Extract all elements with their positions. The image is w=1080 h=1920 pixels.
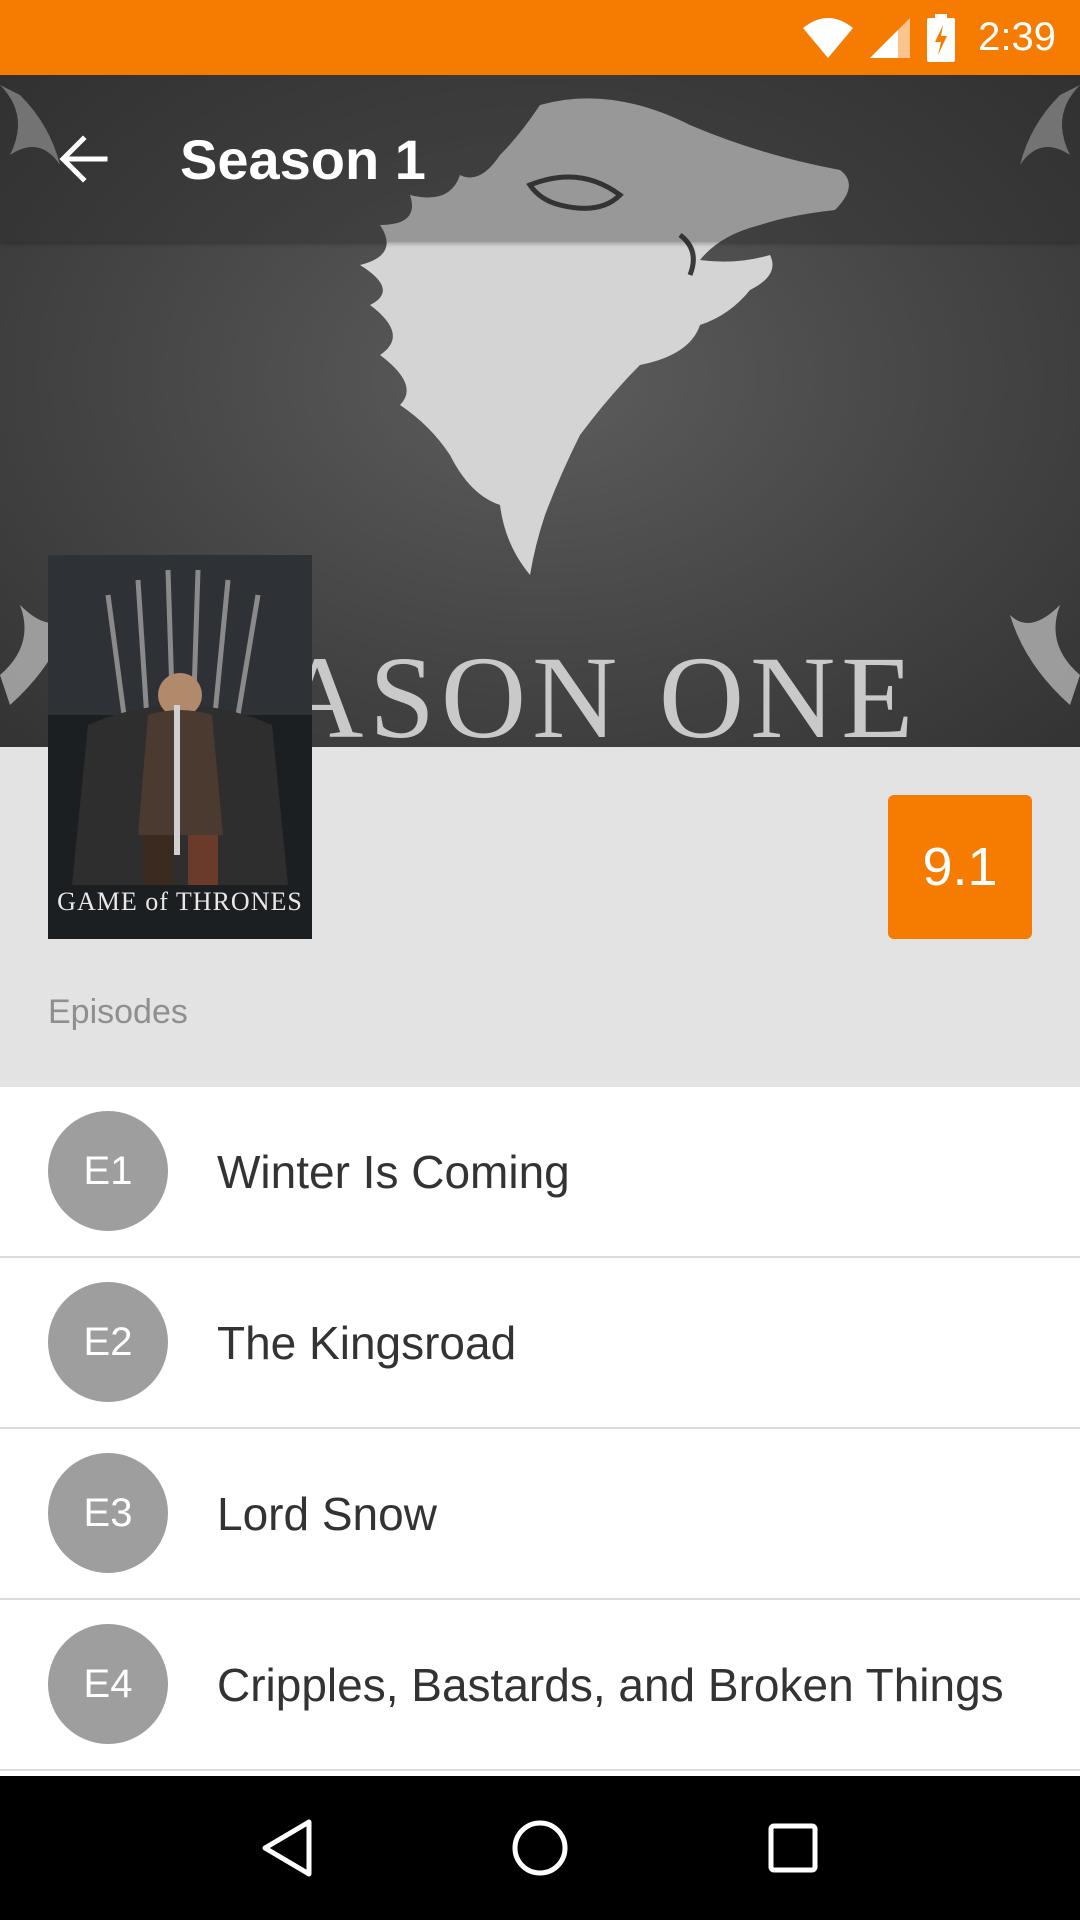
poster-logo-text: GAME of THRONES bbox=[57, 887, 303, 916]
season-poster-image: GAME of THRONES bbox=[48, 555, 312, 939]
episode-number-badge: E2 bbox=[48, 1282, 168, 1402]
rating-badge: 9.1 bbox=[888, 795, 1032, 939]
episode-row-e1[interactable]: E1 Winter Is Coming bbox=[0, 1087, 1080, 1258]
wifi-icon bbox=[803, 17, 854, 58]
episodes-section-label: Episodes bbox=[48, 993, 188, 1031]
status-time: 2:39 bbox=[978, 15, 1056, 59]
home-circle-icon bbox=[512, 1820, 568, 1876]
episode-row-e2[interactable]: E2 The Kingsroad bbox=[0, 1258, 1080, 1429]
episode-row-e4[interactable]: E4 Cripples, Bastards, and Broken Things bbox=[0, 1600, 1080, 1771]
page-title: Season 1 bbox=[180, 128, 426, 191]
episode-title: The Kingsroad bbox=[217, 1317, 517, 1369]
episode-number-badge: E4 bbox=[48, 1624, 168, 1744]
battery-charging-icon bbox=[927, 13, 956, 62]
episode-number-badge: E1 bbox=[48, 1111, 168, 1231]
episode-row-e3[interactable]: E3 Lord Snow bbox=[0, 1429, 1080, 1600]
backdrop-caption: EASON ONE bbox=[200, 632, 920, 747]
cell-signal-icon bbox=[870, 17, 911, 58]
status-icons: 2:39 bbox=[802, 0, 1056, 75]
nav-back-button[interactable] bbox=[242, 1803, 332, 1893]
episode-title: Winter Is Coming bbox=[217, 1146, 570, 1198]
app-toolbar: Season 1 bbox=[0, 75, 1080, 242]
arrow-back-icon bbox=[59, 135, 108, 183]
back-triangle-icon bbox=[262, 1819, 312, 1877]
episode-number-badge: E3 bbox=[48, 1453, 168, 1573]
nav-recents-button[interactable] bbox=[748, 1803, 838, 1893]
system-nav-bar bbox=[0, 1776, 1080, 1920]
iron-throne-art bbox=[48, 555, 312, 939]
episode-title: Cripples, Bastards, and Broken Things bbox=[217, 1659, 1004, 1711]
back-button[interactable] bbox=[40, 119, 126, 199]
nav-home-button[interactable] bbox=[495, 1803, 585, 1893]
status-bar: 2:39 bbox=[0, 0, 1080, 75]
episode-title: Lord Snow bbox=[217, 1488, 437, 1540]
recents-square-icon bbox=[768, 1823, 818, 1873]
episode-list: E1 Winter Is Coming E2 The Kingsroad E3 … bbox=[0, 1087, 1080, 1771]
